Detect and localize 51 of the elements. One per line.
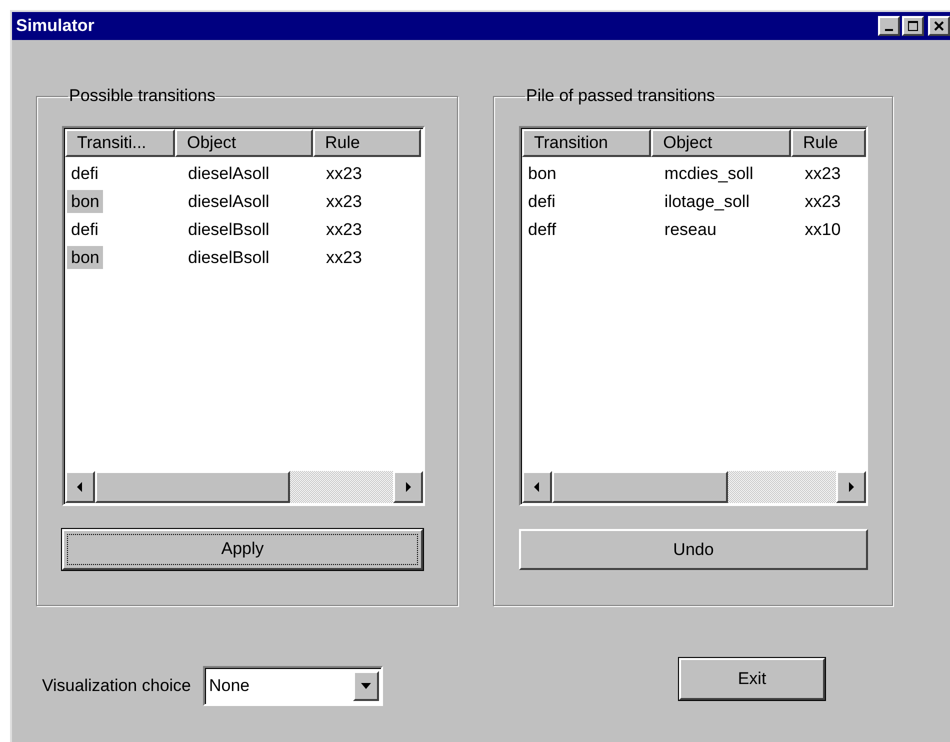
table-cell-text: reseau	[663, 219, 718, 241]
minimize-icon	[885, 29, 893, 31]
action-button[interactable]: Undo	[519, 529, 868, 570]
table-cell-text: dieselBsoll	[187, 247, 270, 269]
list-item[interactable]: defi	[524, 190, 560, 213]
column-header[interactable]: Transiti...	[65, 129, 175, 157]
dropdown[interactable]: None	[203, 666, 383, 706]
scrollbar-thumb[interactable]	[95, 471, 290, 503]
right-arrow-icon	[405, 482, 411, 492]
window-title: Simulator	[16, 16, 94, 36]
list-item[interactable]: defi	[67, 218, 102, 241]
left-arrow-icon	[77, 482, 83, 492]
table-cell-text: dieselAsoll	[187, 163, 270, 185]
maximize-button[interactable]	[902, 16, 924, 36]
table-cell-text: mcdies_soll	[663, 163, 754, 185]
column-header[interactable]: Object	[651, 129, 792, 157]
table-cell-text: xx23	[804, 163, 842, 185]
column-header[interactable]: Rule	[313, 129, 421, 157]
list-item[interactable]: bon	[67, 246, 104, 269]
column-header[interactable]: Rule	[791, 129, 866, 157]
table-cell-text: xx23	[325, 191, 363, 213]
list-item[interactable]: deff	[524, 218, 560, 241]
right-arrow-icon	[848, 482, 854, 492]
scroll-left-button[interactable]	[522, 471, 552, 503]
table-cell-text: xx23	[804, 191, 842, 213]
scroll-right-button[interactable]	[393, 471, 423, 503]
table-cell-text: xx23	[325, 163, 363, 185]
left-arrow-icon	[534, 482, 540, 492]
maximize-icon	[908, 21, 918, 31]
close-icon	[934, 21, 944, 31]
group-title: Possible transitions	[68, 86, 216, 106]
scroll-left-button[interactable]	[65, 471, 95, 503]
scrollbar-thumb[interactable]	[552, 471, 728, 503]
exit-button[interactable]: Exit	[679, 658, 825, 700]
table-cell-text: ilotage_soll	[663, 191, 750, 213]
table-cell-text: dieselBsoll	[187, 219, 270, 241]
table-cell-text: xx10	[804, 219, 842, 241]
action-button[interactable]: Apply	[62, 529, 423, 570]
column-header[interactable]: Transition	[522, 129, 652, 157]
list-item[interactable]: defi	[67, 162, 102, 185]
table-cell-text: xx23	[325, 219, 363, 241]
table-cell-text: dieselAsoll	[187, 191, 270, 213]
field-label: Visualization choice	[42, 676, 191, 696]
close-button[interactable]	[928, 16, 950, 36]
scroll-right-button[interactable]	[836, 471, 866, 503]
column-header[interactable]: Object	[175, 129, 313, 157]
list-item[interactable]: bon	[67, 190, 104, 213]
list-item[interactable]: bon	[524, 162, 560, 185]
group-title: Pile of passed transitions	[525, 86, 716, 106]
minimize-button[interactable]	[878, 16, 900, 36]
table-cell-text: xx23	[325, 247, 363, 269]
